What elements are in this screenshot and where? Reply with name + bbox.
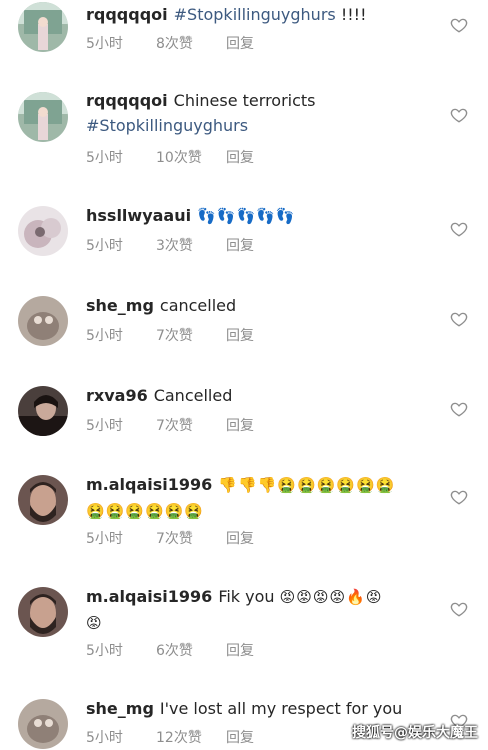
avatar[interactable]	[18, 206, 68, 256]
reply-button[interactable]: 回复	[226, 415, 254, 435]
username[interactable]: hssllwyaaui	[86, 206, 191, 225]
footprints-emoji: 👣👣👣👣👣	[197, 207, 296, 225]
username[interactable]: rqqqqqoi	[86, 91, 168, 110]
username[interactable]: she_mg	[86, 699, 154, 718]
heart-outline-icon[interactable]	[450, 600, 468, 618]
heart-outline-icon[interactable]	[450, 16, 468, 34]
avatar[interactable]	[18, 386, 68, 436]
avatar[interactable]	[18, 699, 68, 749]
like-count[interactable]: 7次赞	[156, 528, 226, 548]
like-count[interactable]: 8次赞	[156, 33, 226, 53]
timestamp: 5小时	[86, 36, 123, 52]
timestamp: 5小时	[86, 643, 123, 659]
comment-meta: 5小时 7次赞 回复	[86, 528, 254, 548]
comment-text: rqqqqqoi Chinese terroricts #Stopkillingu…	[86, 88, 438, 138]
comment-meta: 5小时 12次赞 回复	[86, 727, 254, 747]
hashtag-link[interactable]: #Stopkillinguyghurs	[86, 116, 248, 135]
emoji-reaction: 😡	[86, 614, 103, 632]
reply-button[interactable]: 回复	[226, 727, 254, 747]
timestamp: 5小时	[86, 418, 123, 434]
like-count[interactable]: 10次赞	[156, 147, 226, 167]
comment-body: Chinese terroricts	[173, 91, 316, 110]
username[interactable]: she_mg	[86, 296, 154, 315]
comment-body: Fik you	[218, 587, 275, 606]
comment-text: rxva96 Cancelled	[86, 383, 438, 408]
username[interactable]: rqqqqqoi	[86, 5, 168, 24]
heart-outline-icon[interactable]	[450, 220, 468, 238]
timestamp: 5小时	[86, 730, 123, 746]
reply-button[interactable]: 回复	[226, 147, 254, 167]
comment-meta: 5小时 8次赞 回复	[86, 33, 254, 53]
reply-button[interactable]: 回复	[226, 33, 254, 53]
comment-suffix: !!!!	[335, 5, 367, 24]
username[interactable]: m.alqaisi1996	[86, 587, 212, 606]
comment-meta: 5小时 3次赞 回复	[86, 235, 254, 255]
emoji-reaction: 👎👎👎🤮🤮🤮🤮🤮🤮	[218, 476, 396, 494]
watermark: 搜狐号@娱乐大魔王	[352, 725, 478, 741]
avatar[interactable]	[18, 475, 68, 525]
comment-body: cancelled	[159, 296, 237, 315]
comment-text: she_mg I've lost all my respect for you	[86, 696, 438, 721]
comment-body: I've lost all my respect for you	[159, 699, 403, 718]
comment-body: Cancelled	[153, 386, 233, 405]
heart-outline-icon[interactable]	[450, 106, 468, 124]
avatar[interactable]	[18, 92, 68, 142]
comment-meta: 5小时 7次赞 回复	[86, 415, 254, 435]
comment-text: m.alqaisi1996 Fik you 😡😡😡😡🔥😡 😡	[86, 584, 438, 636]
reply-button[interactable]: 回复	[226, 528, 254, 548]
comment-meta: 5小时 6次赞 回复	[86, 640, 254, 660]
avatar[interactable]	[18, 296, 68, 346]
comment-text: she_mg cancelled	[86, 293, 438, 318]
reply-button[interactable]: 回复	[226, 325, 254, 345]
reply-button[interactable]: 回复	[226, 235, 254, 255]
like-count[interactable]: 3次赞	[156, 235, 226, 255]
comment-text: rqqqqqoi #Stopkillinguyghurs !!!!	[86, 2, 438, 27]
timestamp: 5小时	[86, 328, 123, 344]
timestamp: 5小时	[86, 531, 123, 547]
heart-outline-icon[interactable]	[450, 488, 468, 506]
like-count[interactable]: 12次赞	[156, 727, 226, 747]
emoji-reaction: 😡😡😡😡🔥😡	[279, 588, 383, 606]
timestamp: 5小时	[86, 238, 123, 254]
hashtag-link[interactable]: #Stopkillinguyghurs	[174, 5, 336, 24]
emoji-reaction: 🤮🤮🤮🤮🤮🤮	[86, 502, 205, 520]
like-count[interactable]: 7次赞	[156, 325, 226, 345]
avatar[interactable]	[18, 587, 68, 637]
like-count[interactable]: 6次赞	[156, 640, 226, 660]
heart-outline-icon[interactable]	[450, 310, 468, 328]
comment-meta: 5小时 7次赞 回复	[86, 325, 254, 345]
comment-text: m.alqaisi1996 👎👎👎🤮🤮🤮🤮🤮🤮 🤮🤮🤮🤮🤮🤮	[86, 472, 438, 524]
comment-text: hssllwyaaui 👣👣👣👣👣	[86, 203, 438, 229]
reply-button[interactable]: 回复	[226, 640, 254, 660]
timestamp: 5小时	[86, 150, 123, 166]
username[interactable]: rxva96	[86, 386, 148, 405]
like-count[interactable]: 7次赞	[156, 415, 226, 435]
comment-meta: 5小时 10次赞 回复	[86, 147, 254, 167]
avatar[interactable]	[18, 2, 68, 52]
username[interactable]: m.alqaisi1996	[86, 475, 212, 494]
heart-outline-icon[interactable]	[450, 400, 468, 418]
